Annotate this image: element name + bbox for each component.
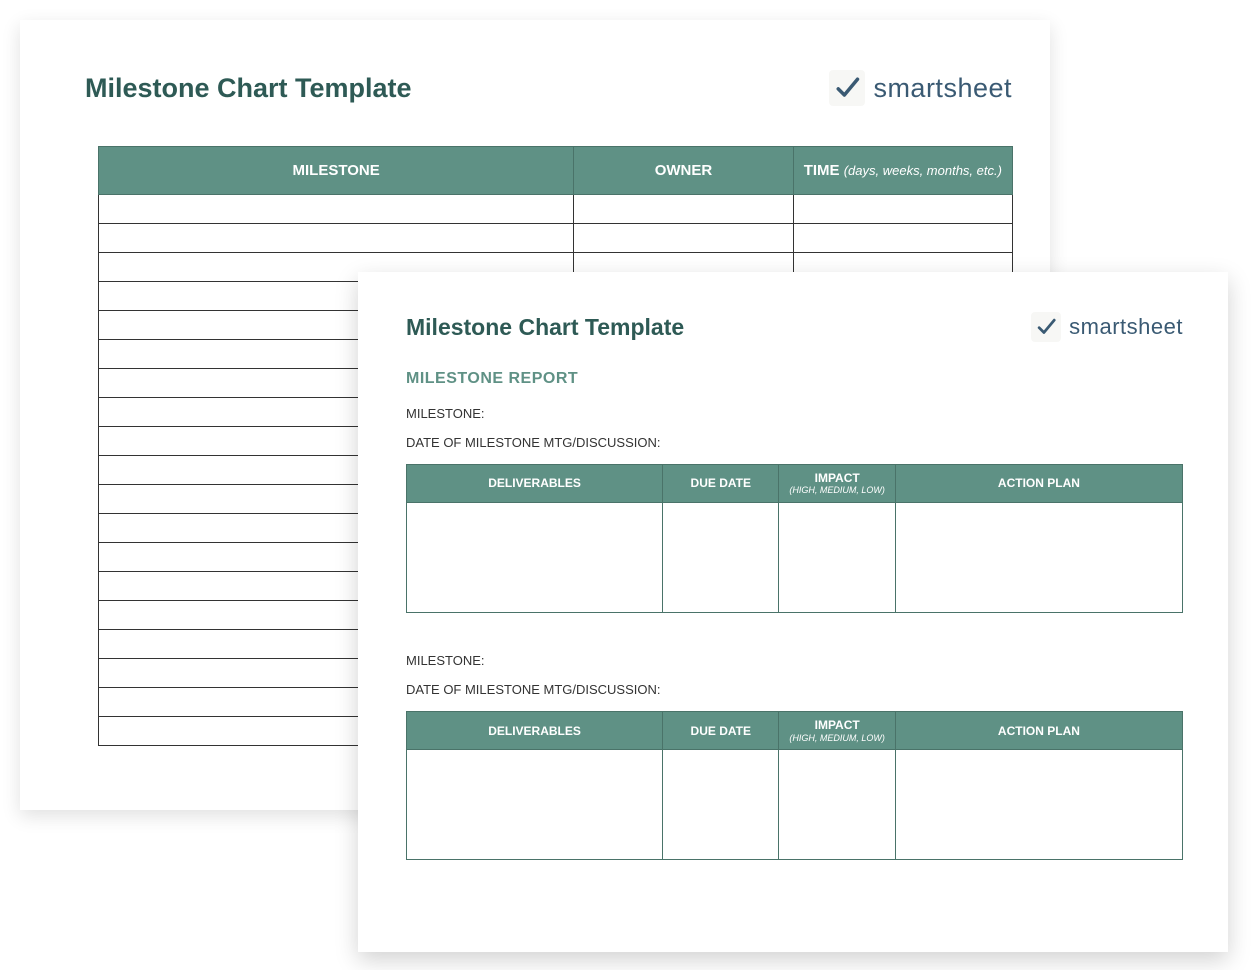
page1-title: Milestone Chart Template — [85, 73, 412, 104]
brand-text: smartsheet — [1069, 314, 1183, 340]
col-deliverables: DELIVERABLES — [407, 465, 663, 503]
section-title: MILESTONE REPORT — [406, 370, 1183, 388]
col-impact-sub: (HIGH, MEDIUM, LOW) — [783, 733, 890, 744]
col-deliverables: DELIVERABLES — [407, 712, 663, 750]
table-row — [99, 224, 1013, 253]
col-milestone: MILESTONE — [99, 147, 574, 195]
smartsheet-logo: smartsheet — [1031, 312, 1183, 342]
col-impact: IMPACT (HIGH, MEDIUM, LOW) — [779, 465, 895, 503]
milestone-chart-page-2: Milestone Chart Template smartsheet MILE… — [358, 272, 1228, 952]
table-row — [99, 195, 1013, 224]
report-table-1: DELIVERABLES DUE DATE IMPACT (HIGH, MEDI… — [406, 464, 1183, 613]
page1-header: Milestone Chart Template smartsheet — [20, 70, 1050, 106]
page2-title: Milestone Chart Template — [406, 314, 684, 341]
table-row — [407, 750, 1183, 860]
col-action-plan: ACTION PLAN — [895, 712, 1182, 750]
checkmark-icon — [829, 70, 865, 106]
col-impact-sub: (HIGH, MEDIUM, LOW) — [783, 485, 890, 496]
label-milestone: MILESTONE: — [406, 406, 1183, 421]
col-due-date: DUE DATE — [663, 712, 779, 750]
report-table-2: DELIVERABLES DUE DATE IMPACT (HIGH, MEDI… — [406, 711, 1183, 860]
label-date: DATE OF MILESTONE MTG/DISCUSSION: — [406, 435, 1183, 450]
col-time: TIME (days, weeks, months, etc.) — [793, 147, 1012, 195]
col-impact-label: IMPACT — [815, 471, 860, 485]
col-time-label: TIME — [804, 162, 840, 179]
col-due-date: DUE DATE — [663, 465, 779, 503]
col-impact-label: IMPACT — [815, 718, 860, 732]
brand-text: smartsheet — [873, 73, 1012, 104]
label-milestone: MILESTONE: — [406, 653, 1183, 668]
label-date: DATE OF MILESTONE MTG/DISCUSSION: — [406, 682, 1183, 697]
page2-header: Milestone Chart Template smartsheet — [406, 312, 1183, 342]
col-impact: IMPACT (HIGH, MEDIUM, LOW) — [779, 712, 895, 750]
col-time-sub: (days, weeks, months, etc.) — [844, 163, 1002, 178]
col-owner: OWNER — [574, 147, 793, 195]
checkmark-icon — [1031, 312, 1061, 342]
table-row — [407, 503, 1183, 613]
smartsheet-logo: smartsheet — [829, 70, 1012, 106]
col-action-plan: ACTION PLAN — [895, 465, 1182, 503]
